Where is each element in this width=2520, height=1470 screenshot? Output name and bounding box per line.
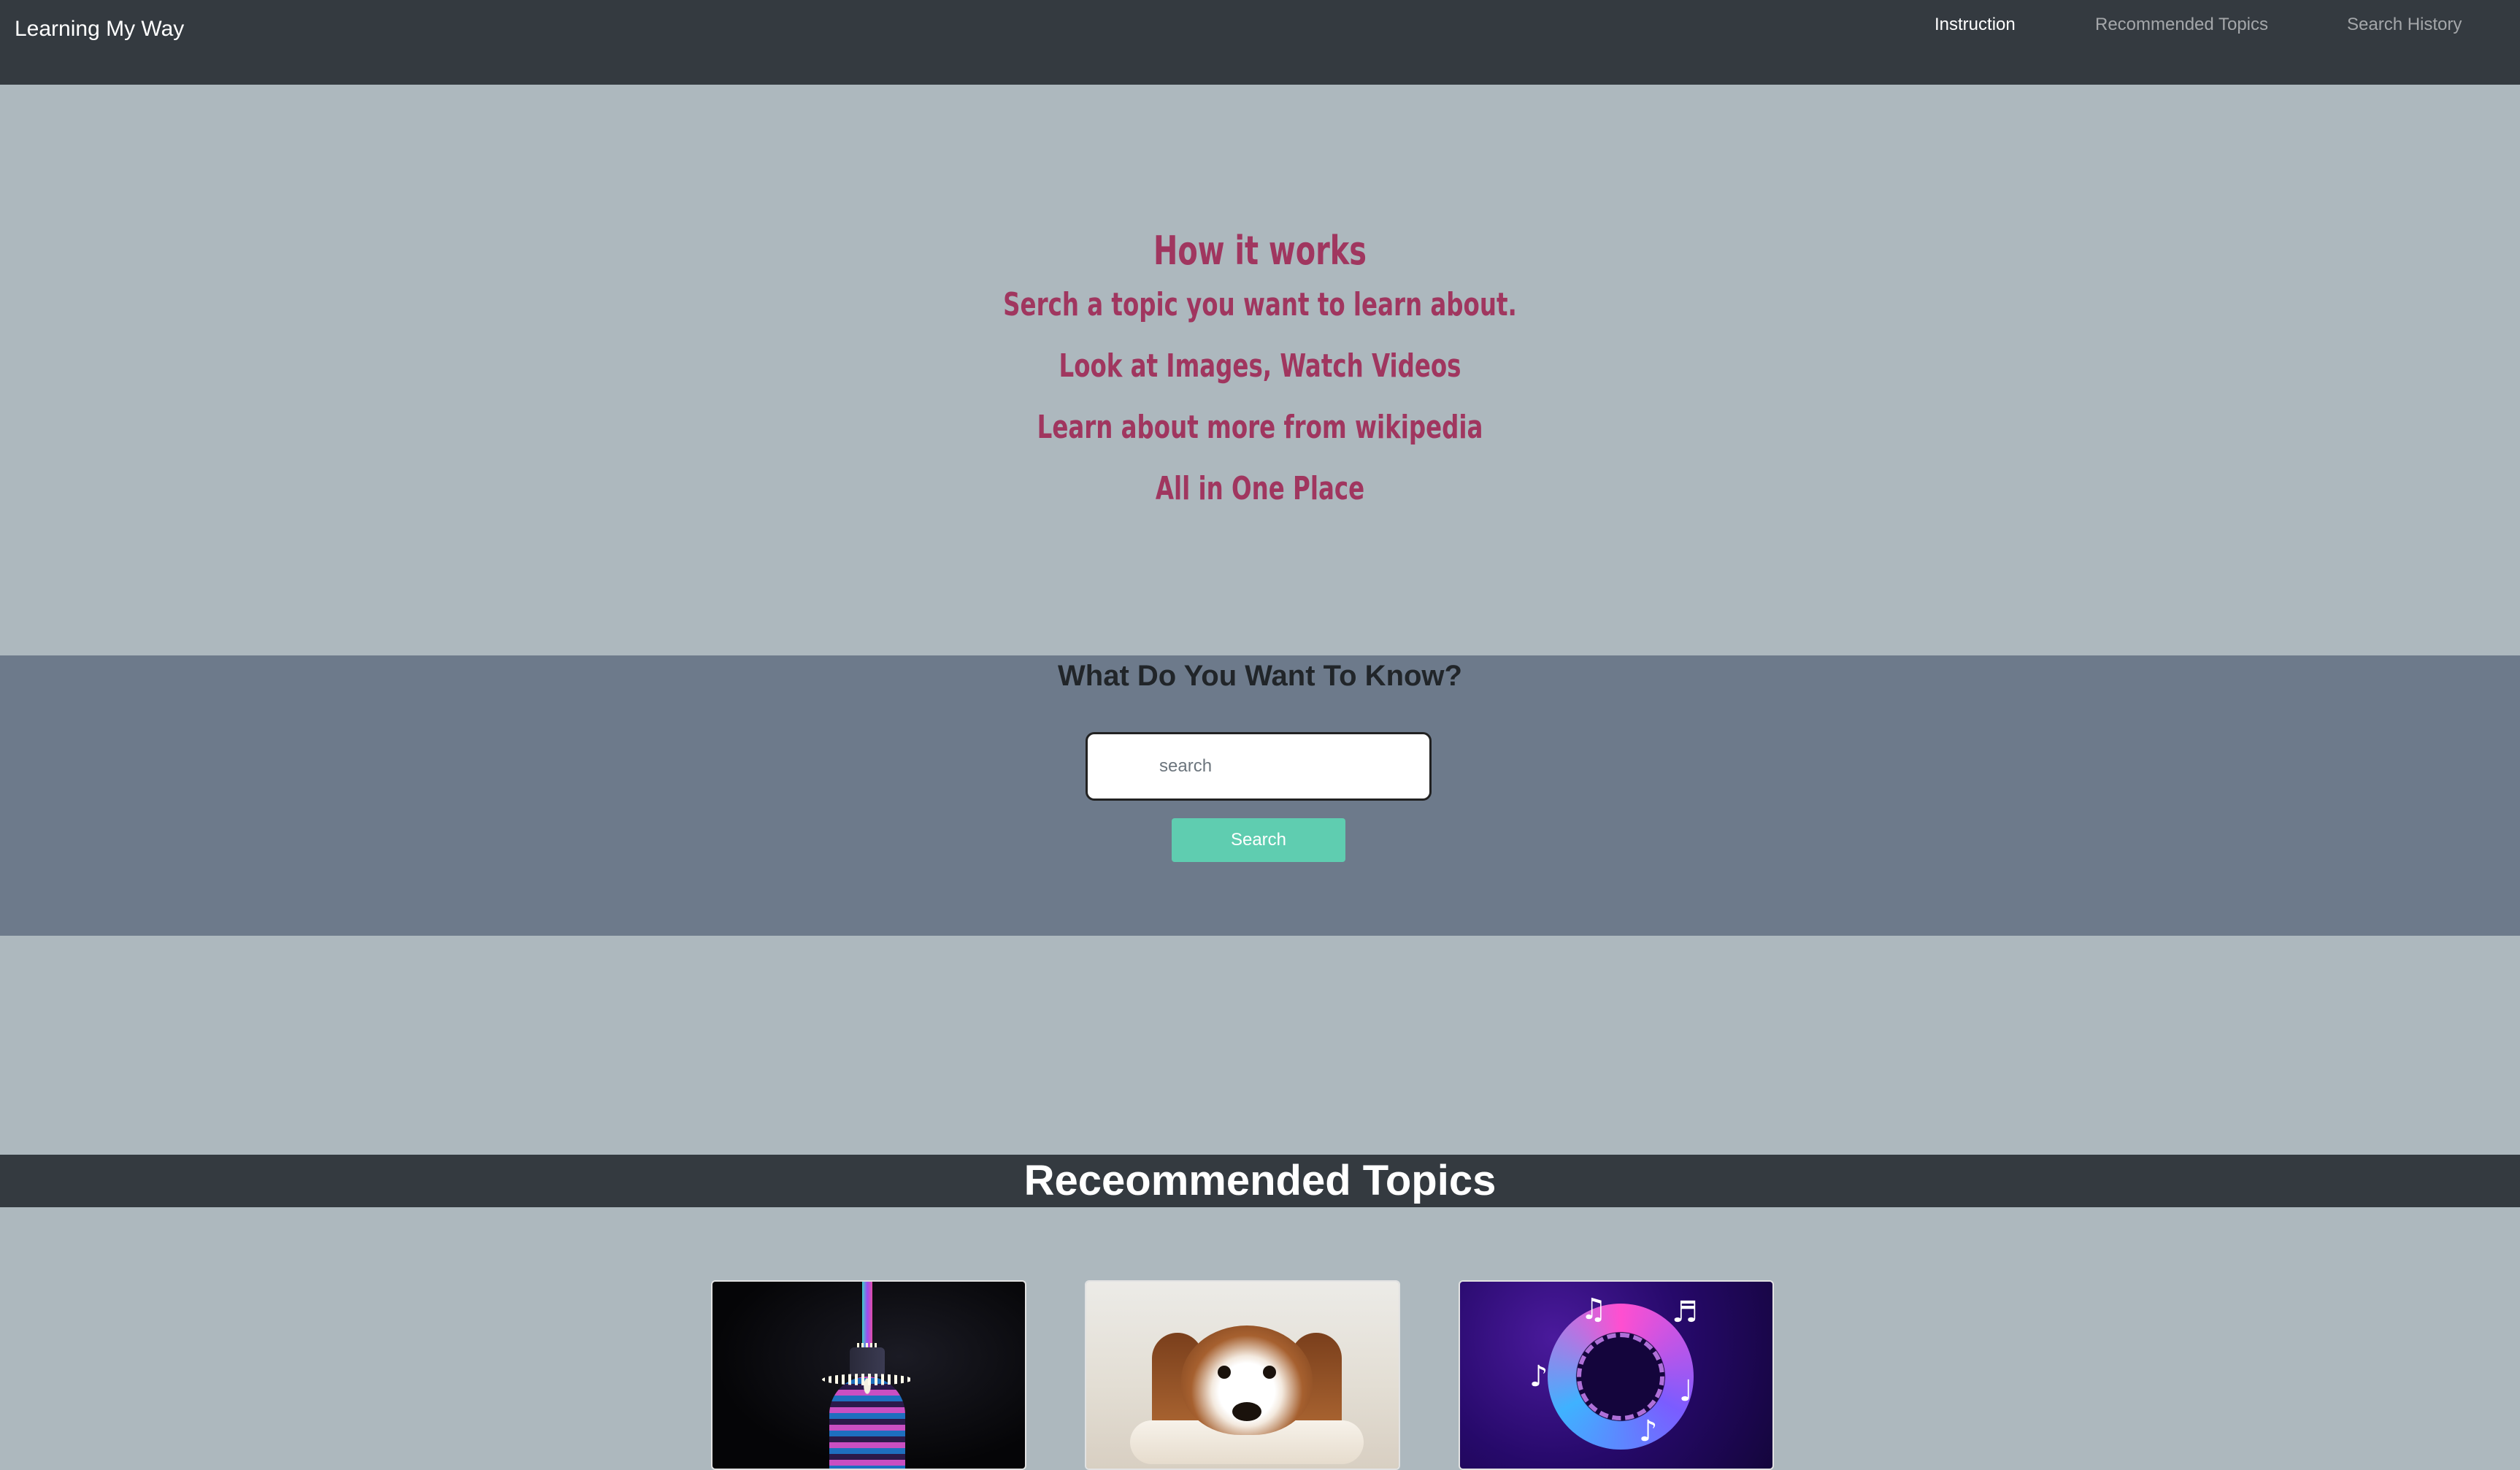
search-heading: What Do You Want To Know? (1058, 660, 1462, 692)
brand-link[interactable]: Learning My Way (15, 15, 184, 44)
dog-eye-left (1218, 1366, 1231, 1379)
music-image: ♪ ♫ ♬ ♩ ♪ (1460, 1282, 1772, 1469)
topic-card-music[interactable]: ♪ ♫ ♬ ♩ ♪ (1459, 1280, 1774, 1470)
music-note-icon: ♩ (1679, 1374, 1693, 1408)
music-note-icon: ♪ (1639, 1415, 1658, 1448)
how-it-works-step: Look at Images, Watch Videos (1059, 347, 1461, 385)
recommended-topics-header: Receommended Topics (0, 1155, 2520, 1207)
how-it-works-title: How it works (1153, 228, 1367, 274)
search-button[interactable]: Search (1172, 818, 1345, 862)
search-section: What Do You Want To Know? Search (0, 655, 2520, 936)
tower-image (712, 1282, 1025, 1469)
tower-lights (822, 1374, 913, 1385)
nav-link-search-history[interactable]: Search History (2347, 13, 2462, 36)
how-it-works-step: All in One Place (1155, 470, 1365, 507)
recommended-topics-title: Receommended Topics (1023, 1157, 1497, 1204)
music-inner-ring (1577, 1333, 1664, 1420)
top-navbar: Learning My Way Instruction Recommended … (0, 0, 2520, 85)
music-note-icon: ♬ (1672, 1296, 1698, 1329)
recommended-topics-cards: ♪ ♫ ♬ ♩ ♪ (0, 1207, 2520, 1470)
how-it-works-step: Learn about more from wikipedia (1037, 409, 1483, 446)
puppy-image (1086, 1282, 1399, 1469)
music-note-icon: ♫ (1580, 1293, 1607, 1326)
tower-pod-shape (850, 1347, 885, 1377)
nav-link-recommended-topics[interactable]: Recommended Topics (2095, 13, 2268, 36)
dog-nose (1232, 1402, 1261, 1421)
topic-card-tower[interactable] (711, 1280, 1026, 1470)
music-note-icon: ♪ (1529, 1360, 1548, 1393)
how-it-works-step: Serch a topic you want to learn about. (1003, 286, 1517, 323)
tower-body-shape (829, 1377, 905, 1469)
tower-mast-shape (862, 1282, 872, 1347)
dog-eye-right (1263, 1366, 1276, 1379)
search-input[interactable] (1086, 732, 1432, 801)
how-it-works-section: How it works Serch a topic you want to l… (0, 85, 2520, 655)
nav-link-instruction[interactable]: Instruction (1935, 13, 2016, 36)
topic-card-puppy[interactable] (1085, 1280, 1400, 1470)
empty-results-area (0, 936, 2520, 1155)
